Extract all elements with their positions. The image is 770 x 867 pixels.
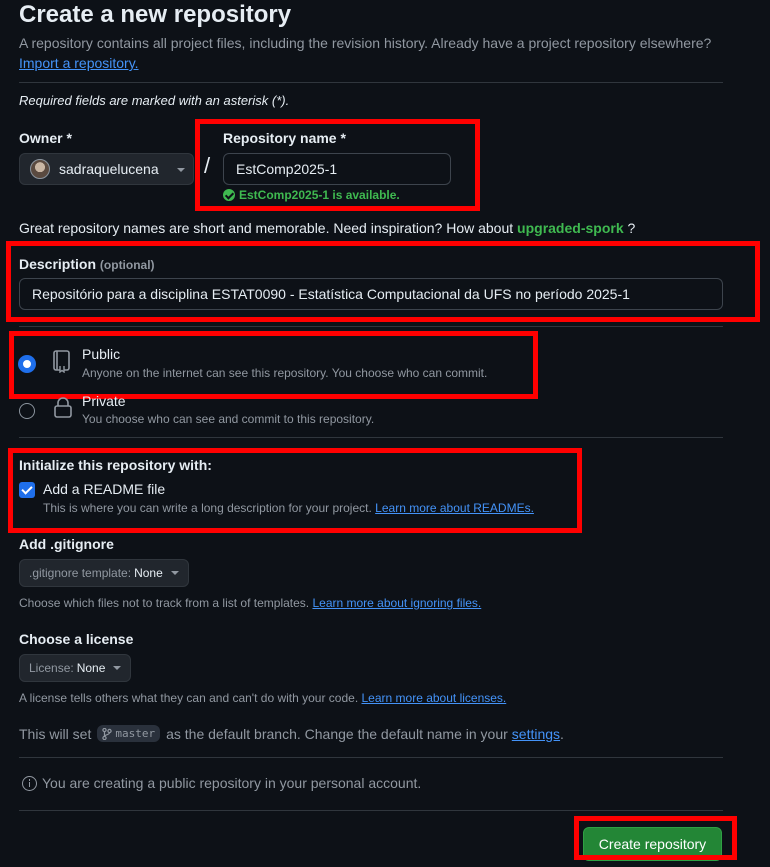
divider: [19, 757, 723, 758]
owner-dropdown[interactable]: sadraquelucena: [19, 153, 194, 185]
page-title: Create a new repository: [19, 1, 292, 28]
private-label[interactable]: Private: [82, 393, 126, 409]
license-desc-text: A license tells others what they can and…: [19, 691, 359, 705]
gitignore-desc-text: Choose which files not to track from a l…: [19, 596, 310, 610]
gitignore-description: Choose which files not to track from a l…: [19, 596, 481, 610]
public-account-info: You are creating a public repository in …: [22, 775, 421, 791]
license-description: A license tells others what they can and…: [19, 691, 506, 705]
divider: [19, 326, 723, 327]
license-value: None: [76, 661, 106, 675]
branch-end: .: [560, 725, 564, 742]
name-inspiration: Great repository names are short and mem…: [19, 220, 635, 236]
lock-icon: [53, 396, 73, 425]
git-branch-icon: [102, 727, 113, 740]
private-description: You choose who can see and commit to thi…: [82, 412, 375, 426]
branch-prefix: This will set: [19, 725, 92, 742]
default-branch-note: This will set master as the default bran…: [19, 725, 564, 742]
license-prefix: License:: [29, 661, 74, 675]
inspiration-text: Great repository names are short and mem…: [19, 220, 514, 236]
divider: [19, 437, 723, 438]
gitignore-learn-more-link[interactable]: Learn more about ignoring files.: [312, 596, 481, 610]
gitignore-dropdown[interactable]: .gitignore template: None: [19, 559, 189, 587]
chevron-down-icon: [113, 666, 122, 670]
inspiration-end: ?: [627, 220, 636, 236]
branch-pill: master: [97, 725, 161, 742]
gitignore-value: None: [134, 566, 163, 580]
branch-suffix: as the default branch. Change the defaul…: [166, 725, 508, 742]
settings-link[interactable]: settings: [512, 726, 560, 742]
divider: [19, 810, 723, 811]
gitignore-prefix: .gitignore template:: [29, 566, 132, 580]
suggested-name[interactable]: upgraded-spork: [517, 220, 624, 236]
private-radio[interactable]: [19, 403, 35, 419]
import-repository-link[interactable]: Import a repository.: [19, 55, 139, 71]
highlight-description: [6, 241, 760, 322]
license-learn-more-link[interactable]: Learn more about licenses.: [362, 691, 507, 705]
license-heading: Choose a license: [19, 631, 134, 647]
highlight-repo-name: [195, 119, 480, 211]
gitignore-heading: Add .gitignore: [19, 536, 114, 552]
chevron-down-icon: [170, 571, 179, 575]
divider: [19, 82, 723, 83]
required-note: Required fields are marked with an aster…: [19, 93, 290, 108]
avatar: [30, 159, 50, 179]
branch-name: master: [115, 727, 156, 740]
owner-value: sadraquelucena: [59, 161, 159, 177]
owner-label: Owner *: [19, 130, 72, 146]
page-subtitle: A repository contains all project files,…: [19, 33, 719, 73]
subtitle-text: A repository contains all project files,…: [19, 35, 712, 51]
highlight-initialize: [8, 448, 582, 533]
radio-unselected: [19, 403, 35, 419]
chevron-down-icon: [177, 168, 185, 172]
license-dropdown[interactable]: License: None: [19, 654, 132, 682]
info-text: You are creating a public repository in …: [42, 775, 422, 791]
highlight-public: [9, 331, 538, 399]
info-icon: [22, 775, 37, 791]
highlight-create-button: [574, 816, 737, 860]
